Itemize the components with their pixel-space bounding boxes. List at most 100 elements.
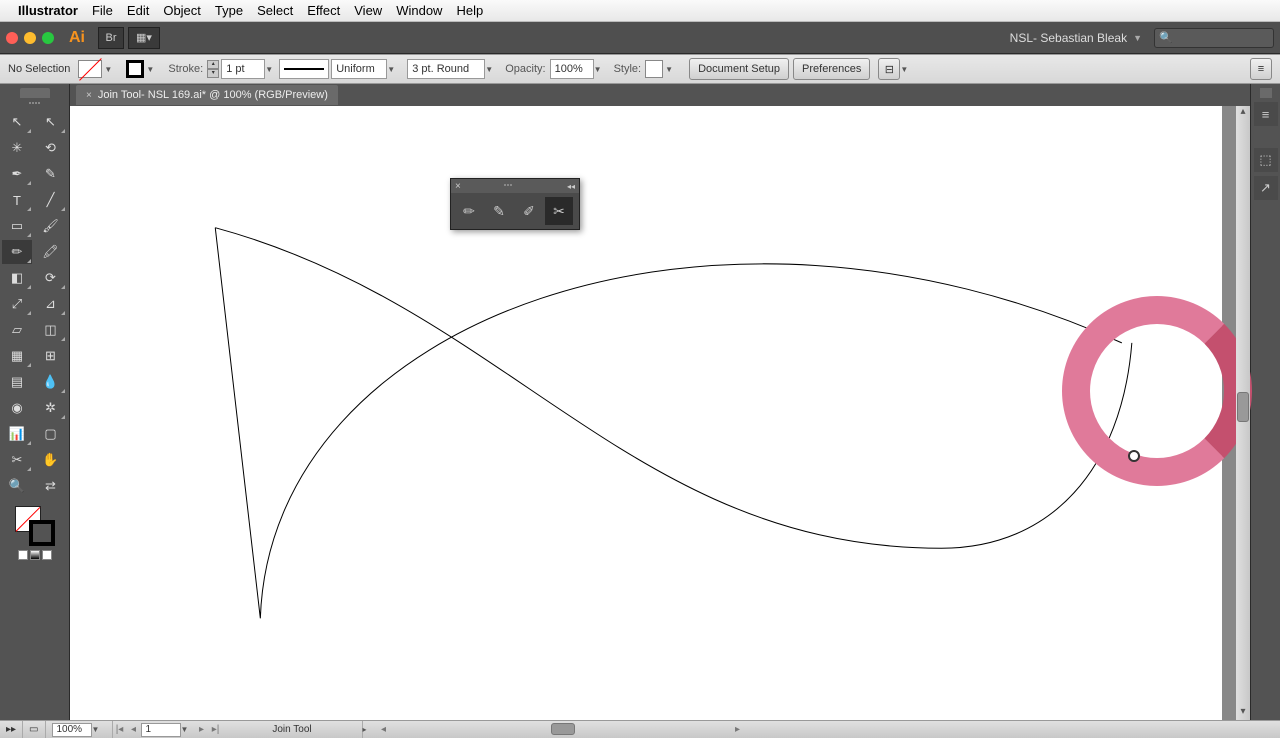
smooth-subtool[interactable]: ✎ (485, 197, 513, 225)
paintbrush-tool[interactable]: 🖌 (36, 214, 66, 238)
menu-select[interactable]: Select (257, 3, 293, 18)
close-window-button[interactable] (6, 32, 18, 44)
opacity-input[interactable]: 100% (550, 59, 594, 79)
last-artboard-icon[interactable]: ▸| (209, 724, 223, 735)
color-mode-icon[interactable] (18, 550, 28, 560)
stroke-stepper[interactable]: ▴▾ (207, 60, 219, 78)
graphic-style-swatch[interactable] (645, 60, 663, 78)
curvature-tool[interactable]: ✎ (36, 162, 66, 186)
stroke-weight-dropdown-icon[interactable]: ▼ (265, 65, 275, 74)
hand-tool[interactable]: ✋ (36, 448, 66, 472)
pencil-tool-tearoff-panel[interactable]: × ◂◂ ✏ ✎ ✐ ✂ (450, 178, 580, 230)
stroke-profile-preview[interactable] (279, 59, 329, 79)
brush-dropdown-icon[interactable]: ▼ (485, 65, 495, 74)
vertical-scrollbar[interactable]: ▴ ▾ (1236, 106, 1250, 720)
scale-tool[interactable]: ⤢ (2, 292, 32, 316)
pencil-subtool[interactable]: ✏ (455, 197, 483, 225)
menu-view[interactable]: View (354, 3, 382, 18)
workspace-dropdown-icon[interactable]: ▼ (1133, 33, 1142, 43)
width-tool[interactable]: ⊿ (36, 292, 66, 316)
eyedropper-tool[interactable]: 💧 (36, 370, 66, 394)
free-transform-tool[interactable]: ▱ (2, 318, 32, 342)
artboard-tool[interactable]: ▢ (36, 422, 66, 446)
fill-stroke-indicator[interactable] (0, 500, 69, 566)
scroll-left-icon[interactable]: ◂ (377, 724, 391, 735)
close-tab-icon[interactable]: × (86, 90, 92, 101)
menu-edit[interactable]: Edit (127, 3, 149, 18)
opacity-dropdown-icon[interactable]: ▼ (594, 65, 604, 74)
line-segment-tool[interactable]: ╱ (36, 188, 66, 212)
zoom-tool[interactable]: 🔍 (2, 474, 32, 498)
lasso-tool[interactable]: ⟲ (36, 136, 66, 160)
fill-dropdown-icon[interactable]: ▼ (104, 65, 114, 74)
horizontal-scrollbar[interactable] (391, 721, 731, 738)
slice-tool[interactable]: ✂ (2, 448, 32, 472)
gradient-mode-icon[interactable] (30, 550, 40, 560)
pen-tool[interactable]: ✒ (2, 162, 32, 186)
zoom-window-button[interactable] (42, 32, 54, 44)
app-menu[interactable]: Illustrator (18, 3, 78, 18)
stroke-weight-input[interactable]: 1 pt (221, 59, 265, 79)
pencil-tool[interactable]: ✏ (2, 240, 32, 264)
stroke-profile-dropdown-icon[interactable]: ▼ (387, 65, 397, 74)
mesh-tool[interactable]: ⊞ (36, 344, 66, 368)
join-subtool[interactable]: ✂ (545, 197, 573, 225)
help-search-input[interactable]: 🔍 (1154, 28, 1274, 48)
artboard-nav-icon[interactable]: ▭ (23, 721, 45, 738)
control-panel-menu-icon[interactable]: ≡ (1250, 58, 1272, 80)
libraries-panel-icon[interactable]: ⬚ (1254, 148, 1278, 172)
stroke-dropdown-icon[interactable]: ▼ (146, 65, 156, 74)
menu-object[interactable]: Object (163, 3, 201, 18)
menu-type[interactable]: Type (215, 3, 243, 18)
right-dock-expand-icon[interactable] (1260, 88, 1272, 98)
menu-file[interactable]: File (92, 3, 113, 18)
arrange-documents-button[interactable]: ▦▾ (128, 27, 160, 49)
artboard-dropdown-icon[interactable]: ▼ (181, 725, 191, 734)
eraser-tool[interactable]: ◧ (2, 266, 32, 290)
workspace-label[interactable]: NSL- Sebastian Bleak (1010, 31, 1127, 45)
rotate-tool[interactable]: ⟳ (36, 266, 66, 290)
perspective-grid-tool[interactable]: ▦ (2, 344, 32, 368)
brush-definition-select[interactable]: 3 pt. Round (407, 59, 485, 79)
menu-window[interactable]: Window (396, 3, 442, 18)
toggle-fill-stroke[interactable]: ⇄ (36, 474, 66, 498)
minimize-window-button[interactable] (24, 32, 36, 44)
stroke-profile-select[interactable]: Uniform (331, 59, 387, 79)
column-graph-tool[interactable]: 📊 (2, 422, 32, 446)
prev-artboard-icon[interactable]: ◂ (127, 724, 141, 735)
stroke-color-icon[interactable] (29, 520, 55, 546)
properties-panel-icon[interactable]: ↗ (1254, 176, 1278, 200)
next-artboard-icon[interactable]: ▸ (195, 724, 209, 735)
selection-tool[interactable]: ↖ (2, 110, 32, 134)
direct-selection-tool[interactable]: ↖ (36, 110, 66, 134)
tearoff-header[interactable]: × ◂◂ (451, 179, 579, 193)
magic-wand-tool[interactable]: ✳ (2, 136, 32, 160)
scroll-thumb-horizontal[interactable] (551, 723, 575, 735)
symbol-sprayer-tool[interactable]: ✲ (36, 396, 66, 420)
rectangle-tool[interactable]: ▭ (2, 214, 32, 238)
align-to-button[interactable]: ⊟ (878, 58, 900, 80)
panel-menu-icon[interactable]: ≡ (1254, 102, 1278, 126)
style-dropdown-icon[interactable]: ▼ (665, 65, 675, 74)
gpu-preview-icon[interactable]: ▸▸ (0, 721, 23, 738)
document-setup-button[interactable]: Document Setup (689, 58, 789, 80)
tearoff-grip-icon[interactable] (504, 184, 524, 188)
tools-panel-tab[interactable] (20, 88, 50, 98)
scroll-thumb-vertical[interactable] (1237, 392, 1249, 422)
artboard-number-input[interactable]: 1 (141, 723, 181, 737)
bridge-button[interactable]: Br (98, 27, 124, 49)
document-tab[interactable]: × Join Tool- NSL 169.ai* @ 100% (RGB/Pre… (76, 85, 338, 105)
zoom-level-input[interactable]: 100% (52, 723, 92, 737)
type-tool[interactable]: T (2, 188, 32, 212)
fill-swatch[interactable] (78, 60, 102, 78)
stroke-swatch[interactable] (126, 60, 144, 78)
blend-tool[interactable]: ◉ (2, 396, 32, 420)
status-menu-icon[interactable]: ▸ (363, 725, 373, 734)
scroll-up-icon[interactable]: ▴ (1236, 106, 1250, 120)
blob-brush-tool[interactable]: 🖍 (36, 240, 66, 264)
preferences-button[interactable]: Preferences (793, 58, 870, 80)
artboard-canvas[interactable]: × ◂◂ ✏ ✎ ✐ ✂ (70, 106, 1222, 720)
scroll-right-icon[interactable]: ▸ (731, 724, 745, 735)
none-mode-icon[interactable] (42, 550, 52, 560)
first-artboard-icon[interactable]: |◂ (113, 724, 127, 735)
